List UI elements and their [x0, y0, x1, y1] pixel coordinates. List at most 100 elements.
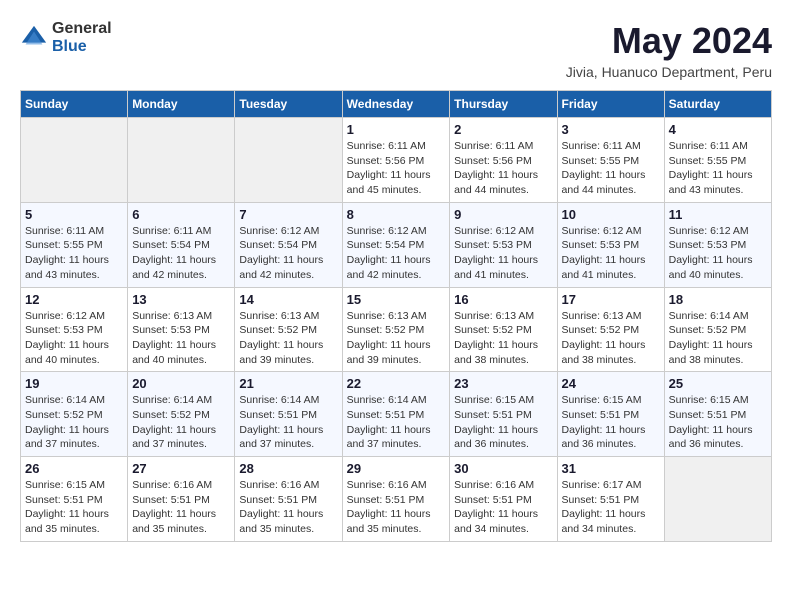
- day-number: 5: [25, 207, 123, 222]
- day-info: Sunrise: 6:16 AMSunset: 5:51 PMDaylight:…: [132, 478, 230, 537]
- day-number: 30: [454, 461, 552, 476]
- header-row: Sunday Monday Tuesday Wednesday Thursday…: [21, 91, 772, 118]
- day-info: Sunrise: 6:13 AMSunset: 5:52 PMDaylight:…: [239, 309, 337, 368]
- day-info: Sunrise: 6:17 AMSunset: 5:51 PMDaylight:…: [562, 478, 660, 537]
- calendar-cell-4-0: 26 Sunrise: 6:15 AMSunset: 5:51 PMDayligh…: [21, 457, 128, 542]
- day-info: Sunrise: 6:11 AMSunset: 5:55 PMDaylight:…: [25, 224, 123, 283]
- header-friday: Friday: [557, 91, 664, 118]
- day-number: 6: [132, 207, 230, 222]
- calendar-cell-3-5: 24 Sunrise: 6:15 AMSunset: 5:51 PMDayligh…: [557, 372, 664, 457]
- day-number: 2: [454, 122, 552, 137]
- day-info: Sunrise: 6:16 AMSunset: 5:51 PMDaylight:…: [239, 478, 337, 537]
- calendar-cell-1-1: 6 Sunrise: 6:11 AMSunset: 5:54 PMDaylight…: [128, 202, 235, 287]
- calendar-cell-3-2: 21 Sunrise: 6:14 AMSunset: 5:51 PMDayligh…: [235, 372, 342, 457]
- day-info: Sunrise: 6:14 AMSunset: 5:52 PMDaylight:…: [132, 393, 230, 452]
- month-title: May 2024: [566, 20, 772, 62]
- calendar-cell-4-5: 31 Sunrise: 6:17 AMSunset: 5:51 PMDayligh…: [557, 457, 664, 542]
- day-info: Sunrise: 6:14 AMSunset: 5:52 PMDaylight:…: [25, 393, 123, 452]
- logo-general: General: [52, 20, 112, 38]
- day-info: Sunrise: 6:16 AMSunset: 5:51 PMDaylight:…: [454, 478, 552, 537]
- day-info: Sunrise: 6:13 AMSunset: 5:52 PMDaylight:…: [347, 309, 446, 368]
- calendar-cell-4-1: 27 Sunrise: 6:16 AMSunset: 5:51 PMDayligh…: [128, 457, 235, 542]
- calendar-cell-3-0: 19 Sunrise: 6:14 AMSunset: 5:52 PMDayligh…: [21, 372, 128, 457]
- calendar-cell-1-6: 11 Sunrise: 6:12 AMSunset: 5:53 PMDayligh…: [664, 202, 771, 287]
- day-info: Sunrise: 6:12 AMSunset: 5:53 PMDaylight:…: [669, 224, 767, 283]
- day-info: Sunrise: 6:13 AMSunset: 5:52 PMDaylight:…: [562, 309, 660, 368]
- calendar-header: Sunday Monday Tuesday Wednesday Thursday…: [21, 91, 772, 118]
- day-number: 10: [562, 207, 660, 222]
- day-info: Sunrise: 6:15 AMSunset: 5:51 PMDaylight:…: [454, 393, 552, 452]
- calendar-cell-0-0: [21, 118, 128, 203]
- calendar-cell-2-0: 12Sunrise: 6:12 AMSunset: 5:53 PMDayligh…: [21, 287, 128, 372]
- calendar-cell-2-2: 14 Sunrise: 6:13 AMSunset: 5:52 PMDayligh…: [235, 287, 342, 372]
- day-number: 12: [25, 292, 123, 307]
- header-tuesday: Tuesday: [235, 91, 342, 118]
- day-info: Sunrise: 6:13 AMSunset: 5:52 PMDaylight:…: [454, 309, 552, 368]
- calendar-cell-0-6: 4 Sunrise: 6:11 AMSunset: 5:55 PMDaylight…: [664, 118, 771, 203]
- week-row-2: 5 Sunrise: 6:11 AMSunset: 5:55 PMDaylight…: [21, 202, 772, 287]
- calendar-cell-1-3: 8Sunrise: 6:12 AMSunset: 5:54 PMDaylight…: [342, 202, 450, 287]
- day-info: Sunrise: 6:16 AMSunset: 5:51 PMDaylight:…: [347, 478, 446, 537]
- week-row-3: 12Sunrise: 6:12 AMSunset: 5:53 PMDayligh…: [21, 287, 772, 372]
- day-number: 29: [347, 461, 446, 476]
- calendar-cell-1-5: 10Sunrise: 6:12 AMSunset: 5:53 PMDayligh…: [557, 202, 664, 287]
- day-info: Sunrise: 6:11 AMSunset: 5:55 PMDaylight:…: [562, 139, 660, 198]
- page-header: General Blue May 2024 Jivia, Huanuco Dep…: [20, 20, 772, 80]
- day-info: Sunrise: 6:14 AMSunset: 5:52 PMDaylight:…: [669, 309, 767, 368]
- day-number: 31: [562, 461, 660, 476]
- calendar-cell-4-4: 30 Sunrise: 6:16 AMSunset: 5:51 PMDayligh…: [450, 457, 557, 542]
- day-number: 16: [454, 292, 552, 307]
- day-info: Sunrise: 6:15 AMSunset: 5:51 PMDaylight:…: [562, 393, 660, 452]
- title-section: May 2024 Jivia, Huanuco Department, Peru: [566, 20, 772, 80]
- calendar-cell-1-4: 9Sunrise: 6:12 AMSunset: 5:53 PMDaylight…: [450, 202, 557, 287]
- week-row-4: 19 Sunrise: 6:14 AMSunset: 5:52 PMDayligh…: [21, 372, 772, 457]
- day-number: 14: [239, 292, 337, 307]
- calendar-table: Sunday Monday Tuesday Wednesday Thursday…: [20, 90, 772, 542]
- calendar-cell-2-4: 16 Sunrise: 6:13 AMSunset: 5:52 PMDayligh…: [450, 287, 557, 372]
- day-info: Sunrise: 6:15 AMSunset: 5:51 PMDaylight:…: [25, 478, 123, 537]
- calendar-cell-1-2: 7Sunrise: 6:12 AMSunset: 5:54 PMDaylight…: [235, 202, 342, 287]
- calendar-cell-3-3: 22Sunrise: 6:14 AMSunset: 5:51 PMDayligh…: [342, 372, 450, 457]
- calendar-cell-3-4: 23Sunrise: 6:15 AMSunset: 5:51 PMDayligh…: [450, 372, 557, 457]
- logo-icon: [20, 24, 48, 52]
- day-number: 7: [239, 207, 337, 222]
- header-wednesday: Wednesday: [342, 91, 450, 118]
- day-number: 19: [25, 376, 123, 391]
- calendar-cell-2-3: 15 Sunrise: 6:13 AMSunset: 5:52 PMDayligh…: [342, 287, 450, 372]
- day-number: 3: [562, 122, 660, 137]
- calendar-cell-4-2: 28Sunrise: 6:16 AMSunset: 5:51 PMDayligh…: [235, 457, 342, 542]
- day-info: Sunrise: 6:11 AMSunset: 5:56 PMDaylight:…: [347, 139, 446, 198]
- header-thursday: Thursday: [450, 91, 557, 118]
- calendar-cell-0-1: [128, 118, 235, 203]
- header-sunday: Sunday: [21, 91, 128, 118]
- calendar-cell-4-3: 29 Sunrise: 6:16 AMSunset: 5:51 PMDayligh…: [342, 457, 450, 542]
- day-number: 27: [132, 461, 230, 476]
- day-info: Sunrise: 6:14 AMSunset: 5:51 PMDaylight:…: [239, 393, 337, 452]
- day-number: 15: [347, 292, 446, 307]
- logo: General Blue: [20, 20, 112, 55]
- day-number: 8: [347, 207, 446, 222]
- day-number: 21: [239, 376, 337, 391]
- calendar-cell-1-0: 5 Sunrise: 6:11 AMSunset: 5:55 PMDaylight…: [21, 202, 128, 287]
- day-number: 26: [25, 461, 123, 476]
- day-info: Sunrise: 6:11 AMSunset: 5:56 PMDaylight:…: [454, 139, 552, 198]
- day-number: 11: [669, 207, 767, 222]
- calendar-cell-0-4: 2 Sunrise: 6:11 AMSunset: 5:56 PMDaylight…: [450, 118, 557, 203]
- day-number: 4: [669, 122, 767, 137]
- day-info: Sunrise: 6:11 AMSunset: 5:55 PMDaylight:…: [669, 139, 767, 198]
- calendar-body: 1 Sunrise: 6:11 AMSunset: 5:56 PMDaylight…: [21, 118, 772, 542]
- calendar-cell-0-5: 3 Sunrise: 6:11 AMSunset: 5:55 PMDaylight…: [557, 118, 664, 203]
- week-row-5: 26 Sunrise: 6:15 AMSunset: 5:51 PMDayligh…: [21, 457, 772, 542]
- day-number: 20: [132, 376, 230, 391]
- calendar-cell-3-6: 25Sunrise: 6:15 AMSunset: 5:51 PMDayligh…: [664, 372, 771, 457]
- logo-blue: Blue: [52, 38, 112, 56]
- calendar-cell-2-6: 18Sunrise: 6:14 AMSunset: 5:52 PMDayligh…: [664, 287, 771, 372]
- day-info: Sunrise: 6:15 AMSunset: 5:51 PMDaylight:…: [669, 393, 767, 452]
- calendar-cell-2-1: 13Sunrise: 6:13 AMSunset: 5:53 PMDayligh…: [128, 287, 235, 372]
- day-number: 22: [347, 376, 446, 391]
- calendar-cell-4-6: [664, 457, 771, 542]
- day-number: 1: [347, 122, 446, 137]
- day-number: 24: [562, 376, 660, 391]
- day-number: 13: [132, 292, 230, 307]
- day-info: Sunrise: 6:11 AMSunset: 5:54 PMDaylight:…: [132, 224, 230, 283]
